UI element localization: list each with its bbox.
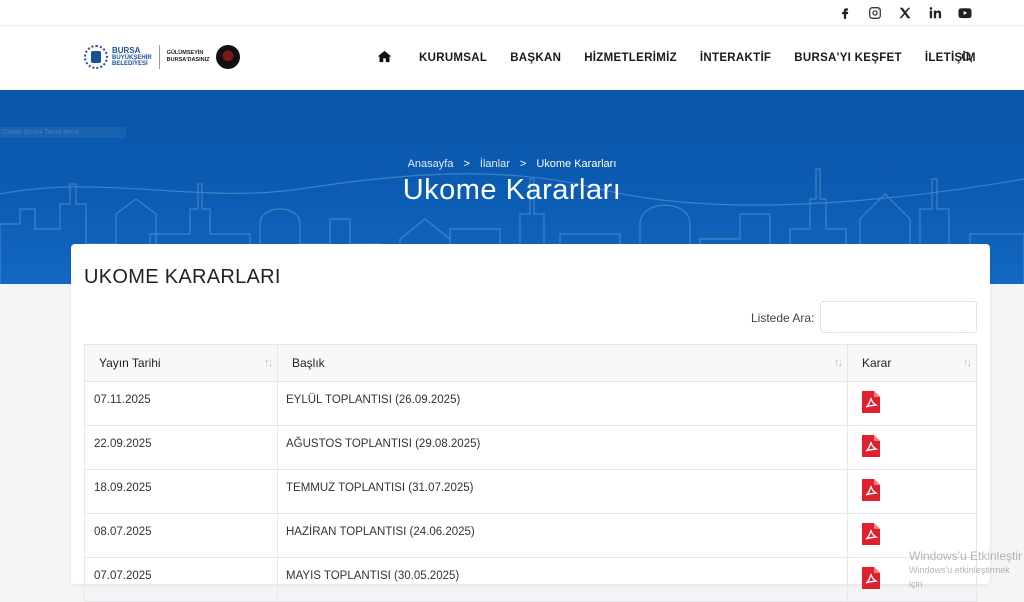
nav-item-interaktif[interactable]: İNTERAKTİF [700,52,771,64]
nav-item-hizmetlerimiz[interactable]: HİZMETLERİMİZ [584,52,677,64]
linkedin-icon[interactable] [928,6,942,20]
row-title: EYLÜL TOPLANTISI (26.09.2025) [277,381,848,426]
youtube-icon[interactable] [958,6,972,20]
sort-icon: ↑↓ [963,357,972,369]
row-title: HAZİRAN TOPLANTISI (24.06.2025) [277,513,848,558]
home-icon[interactable] [377,50,393,66]
watermark-line1: Windows'u Etkinleştir [909,549,1022,563]
windows-activation-watermark: Windows'u Etkinleştir Windows'u etkinleş… [909,549,1024,591]
row-date: 07.11.2025 [84,381,278,426]
social-bar [0,0,1024,26]
row-date: 18.09.2025 [84,469,278,514]
hero-faint-label: Ortam Sesini Tama tema [0,127,126,138]
column-header-title[interactable]: Başlık ↑↓ [277,344,848,382]
breadcrumb-separator: > [519,158,527,170]
pdf-icon[interactable] [862,391,880,413]
breadcrumb-separator: > [463,158,470,170]
search-input[interactable] [820,301,977,333]
row-date: 22.09.2025 [84,425,278,470]
x-icon[interactable] [898,6,912,20]
search-icon[interactable] [961,50,975,64]
table-row: 18.09.2025 TEMMUZ TOPLANTISI (31.07.2025… [84,469,977,514]
sort-icon: ↑↓ [264,357,273,369]
table-row: 07.07.2025 MAYIS TOPLANTISI (30.05.2025) [84,557,977,602]
nav-item-baskan[interactable]: BAŞKAN [510,52,561,64]
table-row: 22.09.2025 AĞUSTOS TOPLANTISI (29.08.202… [84,425,977,470]
decisions-table: Yayın Tarihi ↑↓ Başlık ↑↓ Karar ↑↓ 07.11.20… [84,344,977,602]
sort-icon: ↑↓ [834,357,843,369]
watermark-line2: Windows'u etkinleştirmek için [909,565,1010,589]
logo-mascot-icon [215,45,240,69]
breadcrumb-home[interactable]: Anasayfa [408,158,454,170]
logo-slogan-text: GÜLÜMSEYİN BURSA'DASINIZ [166,50,210,63]
table-row: 08.07.2025 HAZİRAN TOPLANTISI (24.06.202… [84,513,977,558]
instagram-icon[interactable] [868,6,882,20]
main-nav: KURUMSAL BAŞKAN HİZMETLERİMİZ İNTERAKTİF… [377,26,999,90]
content-card: UKOME KARARLARI Listede Ara: Yayın Tarih… [71,244,990,602]
breadcrumb: Anasayfa > İlanlar > Ukome Kararları [0,158,1024,170]
facebook-icon[interactable] [838,6,852,20]
page-title: Ukome Kararları [402,174,622,206]
pdf-icon[interactable] [862,523,880,545]
row-title: MAYIS TOPLANTISI (30.05.2025) [277,557,848,602]
nav-item-kurumsal[interactable]: KURUMSAL [419,52,487,64]
row-title: TEMMUZ TOPLANTISI (31.07.2025) [277,469,848,514]
nav-item-bursayi-kesfet[interactable]: BURSA'YI KEŞFET [794,52,902,64]
municipality-emblem-icon [84,45,108,69]
table-row: 07.11.2025 EYLÜL TOPLANTISI (26.09.2025) [84,381,977,426]
pdf-icon[interactable] [862,567,880,589]
site-logo[interactable]: BURSA BÜYÜKŞEHİR BELEDİYESİ GÜLÜMSEYİN B… [84,45,240,69]
logo-divider [158,45,160,69]
pdf-icon[interactable] [862,479,880,501]
column-header-date[interactable]: Yayın Tarihi ↑↓ [84,344,278,382]
column-header-decision[interactable]: Karar ↑↓ [847,344,977,382]
search-label: Listede Ara: [751,311,815,325]
row-decision [847,469,977,514]
breadcrumb-ilanlar[interactable]: İlanlar [480,158,510,170]
logo-municipality-text: BURSA BÜYÜKŞEHİR BELEDİYESİ [112,46,152,68]
pdf-icon[interactable] [862,435,880,457]
row-decision [847,381,977,426]
site-header: BURSA BÜYÜKŞEHİR BELEDİYESİ GÜLÜMSEYİN B… [0,26,1024,90]
row-date: 07.07.2025 [84,557,278,602]
row-date: 08.07.2025 [84,513,278,558]
row-decision [847,425,977,470]
row-title: AĞUSTOS TOPLANTISI (29.08.2025) [277,425,848,470]
breadcrumb-current: Ukome Kararları [536,158,617,170]
section-title: UKOME KARARLARI [84,266,281,288]
